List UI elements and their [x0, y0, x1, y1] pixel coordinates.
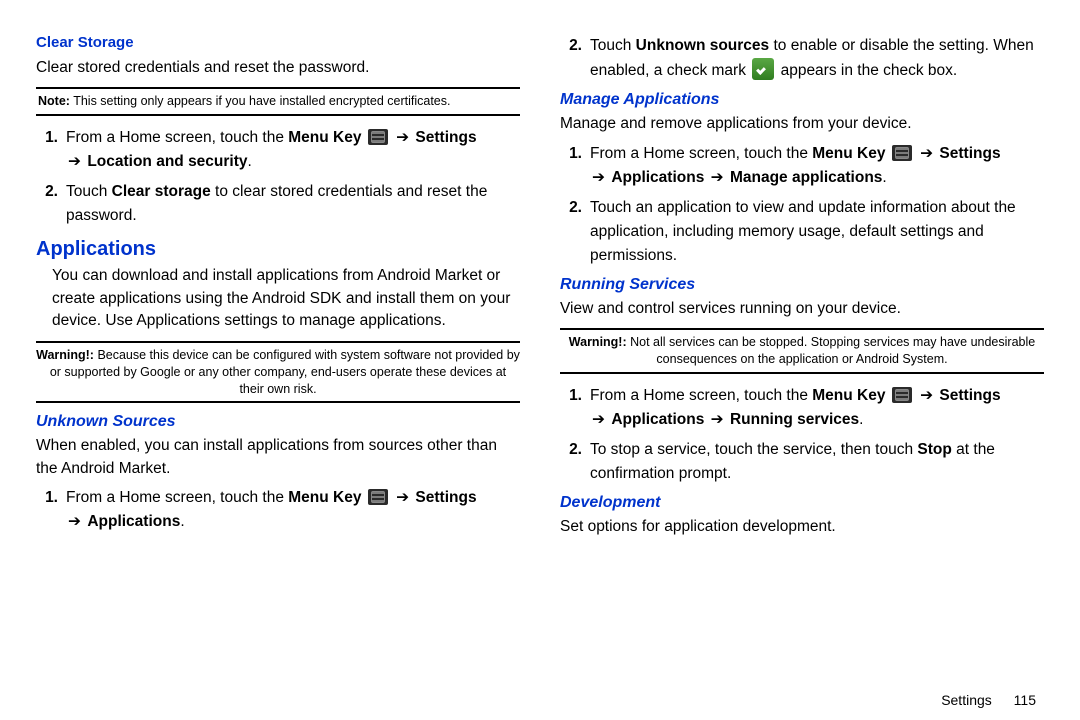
step-number: 1.	[36, 486, 58, 510]
step-number: 2.	[560, 438, 582, 462]
warning-running-services: Warning!: Not all services can be stoppe…	[560, 328, 1044, 374]
step-number: 2.	[560, 196, 582, 220]
checkmark-icon	[752, 58, 774, 80]
steps-running-services: 1. From a Home screen, touch the Menu Ke…	[560, 384, 1044, 486]
body-development: Set options for application development.	[560, 516, 1044, 538]
footer-section: Settings	[941, 692, 992, 708]
heading-manage-applications: Manage Applications	[560, 91, 1044, 109]
step-number: 1.	[560, 142, 582, 166]
step-number: 1.	[36, 126, 58, 150]
step-number: 2.	[560, 34, 582, 58]
heading-clear-storage: Clear Storage	[36, 34, 520, 51]
menu-key-icon	[892, 145, 912, 161]
body-clear-storage: Clear stored credentials and reset the p…	[36, 57, 520, 79]
heading-unknown-sources: Unknown Sources	[36, 413, 520, 431]
steps-manage-applications: 1. From a Home screen, touch the Menu Ke…	[560, 142, 1044, 268]
footer-page-number: 115	[1014, 692, 1036, 708]
right-column: 2. Touch Unknown sources to enable or di…	[560, 30, 1044, 544]
page-footer: Settings 115	[941, 692, 1036, 708]
heading-running-services: Running Services	[560, 276, 1044, 294]
menu-key-icon	[368, 489, 388, 505]
left-column: Clear Storage Clear stored credentials a…	[36, 30, 520, 544]
body-manage-applications: Manage and remove applications from your…	[560, 113, 1044, 135]
body-running-services: View and control services running on you…	[560, 298, 1044, 320]
steps-unknown-sources-cont: 2. Touch Unknown sources to enable or di…	[560, 34, 1044, 83]
body-unknown-sources: When enabled, you can install applicatio…	[36, 435, 520, 480]
steps-unknown-sources: 1. From a Home screen, touch the Menu Ke…	[36, 486, 520, 534]
heading-applications: Applications	[36, 238, 520, 261]
note-clear-storage: Note: This setting only appears if you h…	[36, 87, 520, 116]
menu-key-icon	[368, 129, 388, 145]
steps-clear-storage: 1. From a Home screen, touch the Menu Ke…	[36, 126, 520, 228]
step-number: 1.	[560, 384, 582, 408]
body-applications: You can download and install application…	[52, 265, 520, 332]
menu-key-icon	[892, 387, 912, 403]
warning-applications: Warning!: Because this device can be con…	[36, 341, 520, 404]
heading-development: Development	[560, 494, 1044, 512]
step-number: 2.	[36, 180, 58, 204]
